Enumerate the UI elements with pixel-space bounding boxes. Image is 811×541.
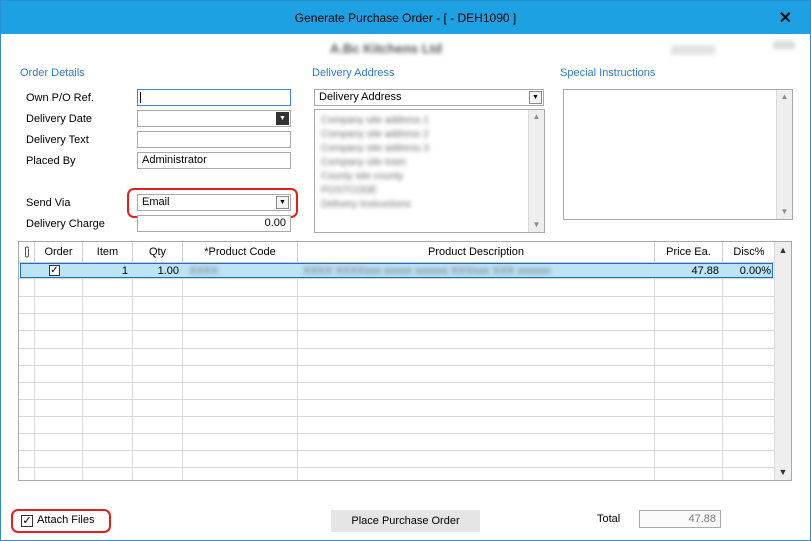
column-header-qty[interactable]: Qty	[133, 242, 183, 262]
supplier-name: A.Bc Kitchens Ltd	[330, 41, 442, 56]
own-po-label: Own P/O Ref.	[26, 92, 94, 104]
check-icon: ✓	[22, 515, 32, 527]
special-instructions-textarea[interactable]: ▲ ▼	[563, 89, 793, 220]
cell-item: 1	[121, 265, 128, 277]
scroll-up-icon[interactable]: ▲	[529, 110, 544, 124]
grid-row-separator	[19, 433, 775, 434]
address-line: POSTCODE	[321, 185, 378, 196]
scroll-up-icon[interactable]: ▲	[777, 90, 792, 104]
total-value: 47.88	[639, 510, 721, 528]
grid-row-separator	[19, 467, 775, 468]
dropdown-arrow-icon[interactable]: ▼	[276, 196, 289, 209]
special-instructions-label: Special Instructions	[560, 67, 656, 79]
cell-qty: 1.00	[157, 265, 179, 277]
column-divider	[182, 262, 183, 480]
column-header-price[interactable]: Price Ea.	[655, 242, 723, 262]
grid-row-separator	[19, 365, 775, 366]
column-divider	[722, 262, 723, 480]
placed-by-label: Placed By	[26, 155, 76, 167]
own-po-field[interactable]	[137, 89, 291, 106]
column-divider	[82, 262, 83, 480]
grid-scrollbar[interactable]: ▲ ▼	[774, 242, 791, 480]
close-icon[interactable]: ✕	[779, 8, 792, 28]
grid-row-separator	[19, 278, 775, 279]
address-line: Delivery Instructions	[321, 199, 412, 210]
window-title: Generate Purchase Order - [ - DEH1090 ]	[294, 11, 517, 25]
column-divider	[654, 262, 655, 480]
instructions-scrollbar[interactable]: ▲ ▼	[776, 90, 792, 219]
address-line: Company site address 2	[321, 129, 429, 140]
send-via-select[interactable]: Email ▼	[137, 194, 291, 211]
cell-disc: 0.00%	[739, 265, 771, 277]
order-checkbox[interactable]: ✓	[49, 265, 60, 276]
grid-row-separator	[19, 348, 775, 349]
column-header-product-description[interactable]: Product Description	[298, 242, 655, 262]
address-scrollbar[interactable]: ▲ ▼	[528, 110, 544, 232]
grid-header: Order Item Qty *Product Code Product Des…	[19, 242, 775, 263]
grid-row-separator	[19, 382, 775, 383]
delivery-charge-label: Delivery Charge	[26, 218, 105, 230]
column-divider	[297, 262, 298, 480]
column-header-item[interactable]: Item	[83, 242, 133, 262]
delivery-date-label: Delivery Date	[26, 113, 93, 125]
grid-row-separator	[19, 313, 775, 314]
address-line: County site county	[321, 171, 404, 182]
column-divider	[132, 262, 133, 480]
order-details-label: Order Details	[20, 67, 85, 79]
attach-files-label[interactable]: Attach Files	[37, 514, 94, 526]
cell-product-code: XXXX	[189, 265, 219, 277]
delivery-text-label: Delivery Text	[26, 134, 89, 146]
grid-row-separator	[19, 296, 775, 297]
delivery-date-field[interactable]: ▼	[137, 110, 291, 127]
grid-row-separator	[19, 330, 775, 331]
grid-row-separator	[19, 450, 775, 451]
order-lines-grid[interactable]: Order Item Qty *Product Code Product Des…	[18, 241, 792, 481]
placed-by-field[interactable]: Administrator	[137, 152, 291, 169]
delivery-address-select[interactable]: Delivery Address ▼	[314, 89, 544, 106]
send-via-label: Send Via	[26, 197, 71, 209]
scroll-up-icon[interactable]: ▲	[775, 242, 791, 258]
column-header-order[interactable]: Order	[35, 242, 83, 262]
purchase-order-dialog: Generate Purchase Order - [ - DEH1090 ] …	[0, 0, 811, 541]
total-label: Total	[597, 513, 621, 525]
cell-product-description: XXXX XXXXxxx xxxxx xxxxxx XXXxxx XXX xxx…	[303, 265, 551, 277]
dropdown-arrow-icon[interactable]: ▼	[529, 91, 542, 104]
delivery-text-field[interactable]	[137, 131, 291, 148]
blurred-header-item-2	[773, 41, 795, 49]
scroll-down-icon[interactable]: ▼	[775, 464, 791, 480]
blurred-header-item	[671, 45, 715, 55]
scroll-down-icon[interactable]: ▼	[529, 218, 544, 232]
check-icon: ✓	[50, 265, 59, 276]
column-divider	[34, 262, 35, 480]
text-caret	[140, 92, 141, 103]
attach-files-checkbox[interactable]: ✓	[21, 515, 33, 527]
dropdown-arrow-icon[interactable]: ▼	[276, 112, 289, 125]
delivery-address-list[interactable]: Company site address 1 Company site addr…	[314, 109, 545, 233]
paperclip-icon[interactable]	[19, 242, 35, 262]
delivery-charge-field[interactable]: 0.00	[137, 215, 291, 232]
place-purchase-order-button[interactable]: Place Purchase Order	[331, 510, 480, 532]
column-header-disc[interactable]: Disc%	[723, 242, 775, 262]
address-line: Company site address 1	[321, 115, 429, 126]
title-bar[interactable]: Generate Purchase Order - [ - DEH1090 ] …	[1, 1, 810, 34]
cell-price: 47.88	[691, 265, 719, 277]
delivery-address-label: Delivery Address	[312, 67, 395, 79]
column-header-product-code[interactable]: *Product Code	[183, 242, 298, 262]
grid-row-separator	[19, 399, 775, 400]
address-line: Company site town	[321, 157, 407, 168]
address-line: Company site address 3	[321, 143, 429, 154]
grid-row-separator	[19, 416, 775, 417]
scroll-down-icon[interactable]: ▼	[777, 205, 792, 219]
